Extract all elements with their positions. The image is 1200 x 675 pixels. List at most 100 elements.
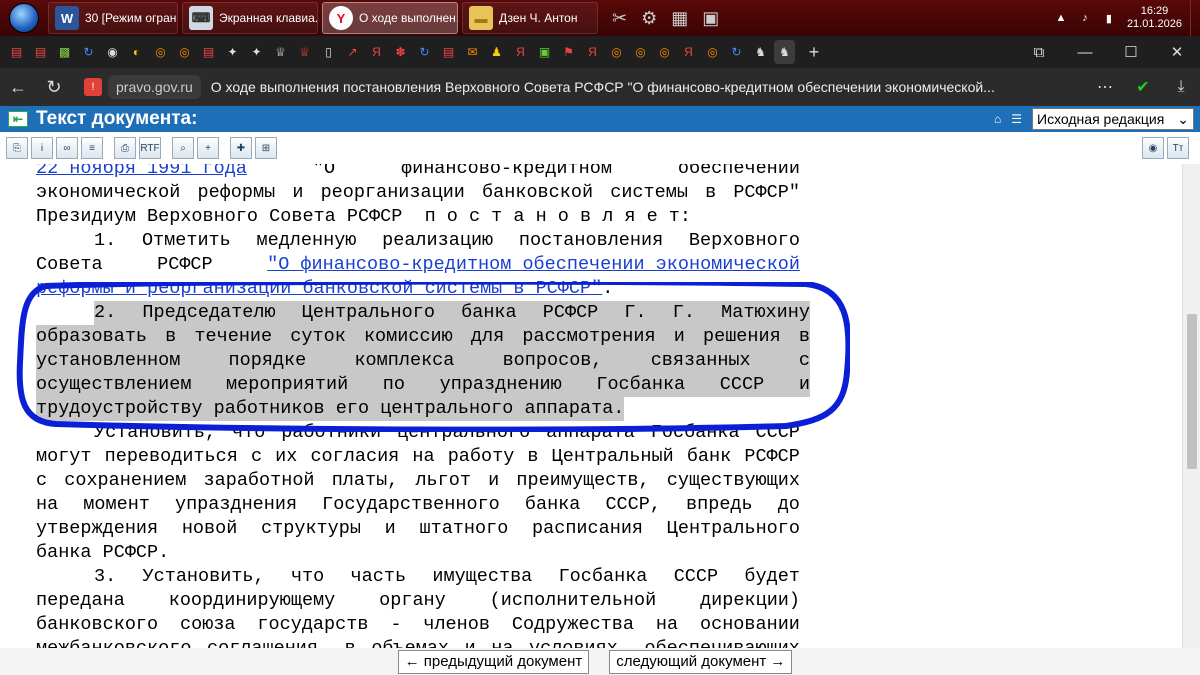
insecure-site-icon[interactable]: ! [84, 78, 102, 96]
download-icon[interactable]: ⤓ [1162, 78, 1200, 96]
previous-document-button[interactable]: ← предыдущий документ [397, 649, 590, 674]
pinned-tab-yandex-icon[interactable]: Я [510, 40, 531, 64]
pinned-tab-search-icon[interactable]: ◎ [630, 40, 651, 64]
pinned-tab-refresh-icon[interactable]: ↻ [414, 40, 435, 64]
pinned-tab-arrow-icon[interactable]: ↗ [342, 40, 363, 64]
pinned-tab-refresh-icon[interactable]: ↻ [726, 40, 747, 64]
gear-icon[interactable]: ⚙ [641, 8, 657, 29]
sitemap-icon[interactable]: ☰ [1011, 112, 1022, 126]
rtf-export-icon[interactable]: RTF [139, 137, 161, 159]
eye-settings-icon[interactable]: ◉ [1142, 137, 1164, 159]
text-word: реформы и реорганизации банковской систе… [36, 278, 603, 299]
network-icon[interactable]: ▮ [1100, 12, 1118, 25]
tray-expand-icon[interactable]: ▲ [1052, 12, 1070, 24]
taskbar-item-keyboard[interactable]: ⌨ Экранная клавиа... [182, 2, 318, 34]
clock[interactable]: 16:29 21.01.2026 [1127, 5, 1182, 31]
pinned-tab-active-owl-icon[interactable]: ♞ [774, 40, 795, 64]
pinned-tab-pdf-icon[interactable]: ▤ [438, 40, 459, 64]
site-domain[interactable]: pravo.gov.ru [108, 75, 201, 99]
control-panel-icon[interactable]: ▦ [671, 8, 688, 29]
protect-shield-icon[interactable]: ✔ [1124, 77, 1162, 97]
pinned-tab-flag-icon[interactable]: ⚑ [558, 40, 579, 64]
document-text-line: 1. Отметить медленную реализацию постановлен… [36, 229, 800, 253]
vertical-scrollbar[interactable] [1182, 164, 1200, 648]
text-word: трудоустройству работников его центральн… [36, 398, 625, 419]
pinned-tab-chat-icon[interactable]: ▣ [534, 40, 555, 64]
text-word: и [488, 470, 500, 491]
taskbar-item-word[interactable]: W 30 [Режим огран... [48, 2, 178, 34]
new-tab-button[interactable]: + [802, 40, 826, 64]
back-arrow-icon[interactable]: ← [0, 77, 36, 98]
pinned-tab-doc-icon[interactable]: ▯ [318, 40, 339, 64]
selection-highlight: осуществлением мероприятий по упразднению Го… [36, 373, 810, 397]
add-doc-icon[interactable]: + [197, 137, 219, 159]
text-word: установленном [36, 350, 181, 371]
bookmark-add-icon[interactable]: ✚ [230, 137, 252, 159]
copy-doc-icon[interactable]: ⎘ [6, 137, 28, 159]
text-word: . [602, 278, 614, 299]
pinned-tab-site-icon[interactable]: ▩ [54, 40, 75, 64]
pinned-tab-pdf-icon[interactable]: ▤ [30, 40, 51, 64]
search-icon[interactable]: ⌕ [172, 137, 194, 159]
text-word: связанных [650, 350, 751, 371]
pinned-tab-emblem-icon[interactable]: ♕ [294, 40, 315, 64]
text-word: что [290, 566, 325, 587]
scissors-icon[interactable]: ✂ [612, 8, 627, 29]
home-icon[interactable]: ⌂ [994, 112, 1001, 126]
text-word: расписания [532, 518, 644, 539]
minimize-icon[interactable]: — [1062, 44, 1108, 61]
pinned-tab-site-icon[interactable]: ◐ [126, 40, 147, 64]
tree-icon[interactable]: ⊞ [255, 137, 277, 159]
exit-arrow-icon[interactable]: ⇤ [8, 111, 28, 127]
font-size-icon[interactable]: Tт [1167, 137, 1189, 159]
start-button[interactable] [0, 0, 48, 36]
pinned-tab-refresh-icon[interactable]: ↻ [78, 40, 99, 64]
text-word: системы [610, 182, 688, 203]
show-desktop-button[interactable] [1190, 0, 1200, 36]
taskbar-item-browser[interactable]: Y О ходе выполнен... [322, 2, 458, 34]
pinned-tab-star-icon[interactable]: ✦ [246, 40, 267, 64]
print-icon[interactable]: ⎙ [114, 137, 136, 159]
pinned-tab-person-icon[interactable]: ♟ [486, 40, 507, 64]
link-icon[interactable]: ∞ [56, 137, 78, 159]
edition-select[interactable]: Исходная редакция ⌄ [1032, 108, 1194, 130]
url-field[interactable]: ! pravo.gov.ru О ходе выполнения постано… [76, 73, 1001, 101]
pinned-tab-search-icon[interactable]: ◎ [702, 40, 723, 64]
text-word: союза [180, 614, 236, 635]
close-icon[interactable]: ✕ [1154, 43, 1200, 61]
pinned-tab-emblem-icon[interactable]: ♕ [270, 40, 291, 64]
volume-icon[interactable]: ♪ [1076, 12, 1094, 24]
pinned-tab-search-icon[interactable]: ◎ [174, 40, 195, 64]
pinned-tab-search-icon[interactable]: ◎ [606, 40, 627, 64]
image-viewer-icon[interactable]: ▣ [702, 8, 719, 29]
pinned-tab-pdf-icon[interactable]: ▤ [198, 40, 219, 64]
info-icon[interactable]: i [31, 137, 53, 159]
reload-icon[interactable]: ↻ [36, 77, 72, 98]
pinned-tab-pdf-icon[interactable]: ▤ [6, 40, 27, 64]
pinned-tab-yandex-icon[interactable]: Я [582, 40, 603, 64]
tabs-manager-icon[interactable]: ⧉ [1016, 44, 1062, 61]
text-word: и [465, 637, 476, 648]
system-tray: ▲ ♪ ▮ 16:29 21.01.2026 [1049, 0, 1200, 36]
scrollbar-thumb[interactable] [1187, 314, 1197, 469]
pinned-tab-yandex-icon[interactable]: Я [678, 40, 699, 64]
pinned-tab-search-icon[interactable]: ◎ [654, 40, 675, 64]
pinned-tab-site-icon[interactable]: ◉ [102, 40, 123, 64]
link-list-icon[interactable]: ≡ [81, 137, 103, 159]
menu-dots-icon[interactable]: ⋯ [1086, 77, 1124, 97]
pinned-tab-mail-icon[interactable]: ✉ [462, 40, 483, 64]
document-text-line: на момент упразднения Государственного банка… [36, 493, 800, 517]
pinned-tab-star-icon[interactable]: ✦ [222, 40, 243, 64]
pinned-tab-leaf-icon[interactable]: ✽ [390, 40, 411, 64]
pinned-tab-owl-icon[interactable]: ♞ [750, 40, 771, 64]
taskbar-item-folder[interactable]: ▬ Дзен Ч. Антон [462, 2, 598, 34]
text-word: момент [83, 494, 150, 515]
maximize-icon[interactable]: ☐ [1108, 43, 1154, 61]
text-word: могут [36, 446, 92, 467]
next-document-button[interactable]: следующий документ → [609, 649, 793, 674]
text-word: с [798, 350, 810, 371]
pinned-tab-yandex-icon[interactable]: Я [366, 40, 387, 64]
highlighted-text-line: осуществлением мероприятий по упразднению Го… [36, 373, 810, 397]
pinned-tab-search-icon[interactable]: ◎ [150, 40, 171, 64]
text-word: порядке [228, 350, 307, 371]
